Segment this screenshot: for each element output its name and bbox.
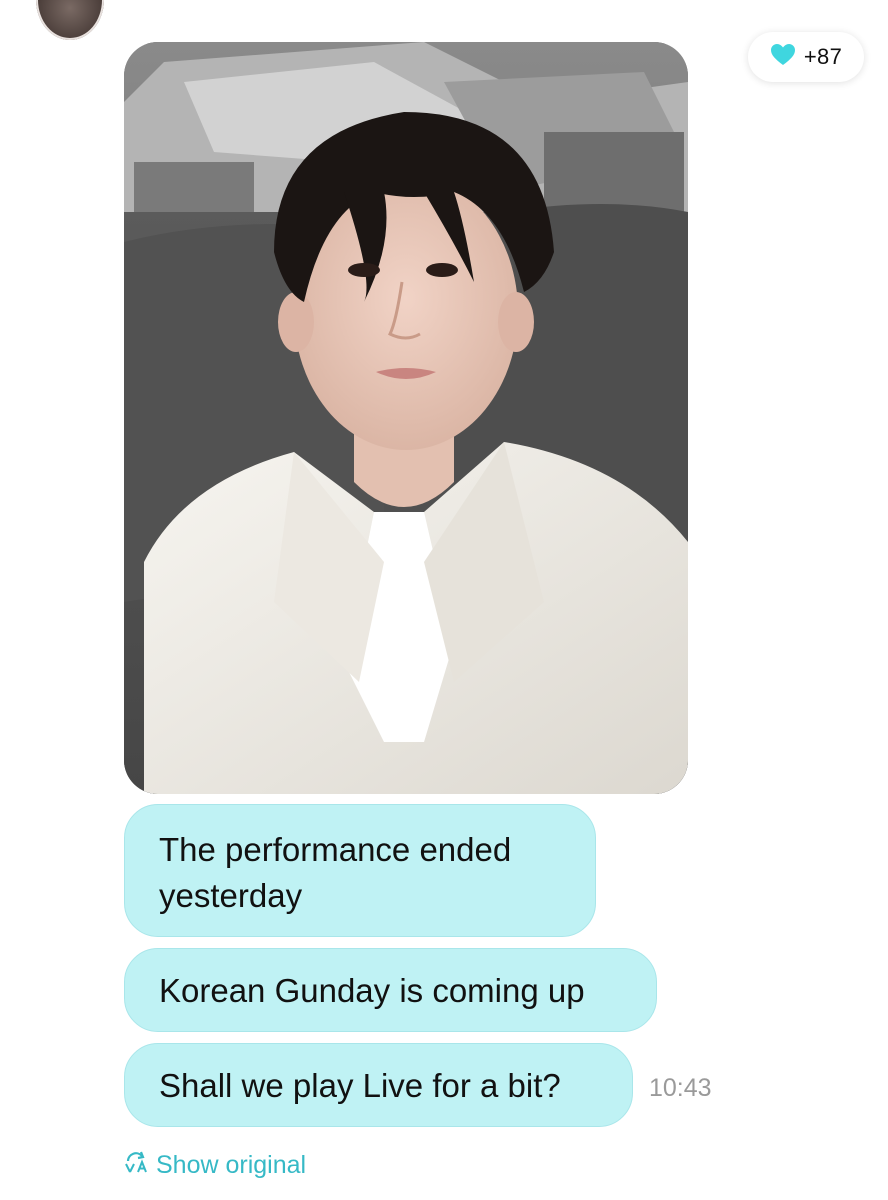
user-avatar[interactable] (36, 0, 104, 40)
translate-icon (124, 1150, 150, 1181)
message-bubble[interactable]: The performance ended yesterday (124, 804, 596, 937)
chat-screen: +87 The performance ended yesterday Kore… (0, 0, 888, 1200)
message-text: The performance ended yesterday (159, 831, 512, 914)
message-bubble[interactable]: Shall we play Live for a bit? (124, 1043, 633, 1127)
show-original-button[interactable]: Show original (124, 1148, 306, 1182)
heart-icon (770, 43, 796, 72)
photo-message[interactable] (124, 42, 688, 794)
message-timestamp: 10:43 (649, 1074, 712, 1102)
reaction-badge[interactable]: +87 (748, 32, 864, 82)
message-text: Korean Gunday is coming up (159, 972, 585, 1009)
selfie-photo (124, 42, 688, 794)
message-bubble[interactable]: Korean Gunday is coming up (124, 948, 657, 1032)
message-text: Shall we play Live for a bit? (159, 1067, 561, 1104)
show-original-label: Show original (156, 1150, 307, 1179)
reaction-count: +87 (803, 44, 843, 69)
